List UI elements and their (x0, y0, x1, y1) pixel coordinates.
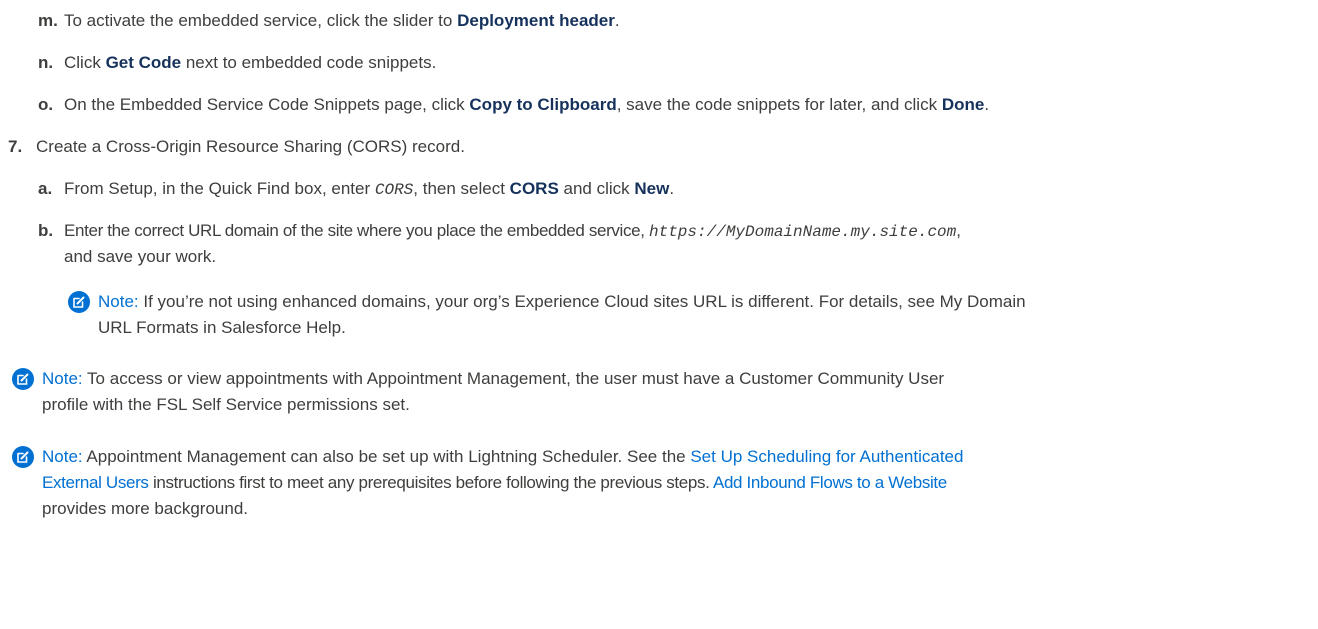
text: and click (558, 179, 635, 198)
text: Click (64, 53, 106, 72)
note-title: Note: (42, 447, 83, 466)
step-label: b. (38, 221, 54, 240)
note-text-line2: profile with the FSL Self Service permis… (42, 395, 410, 414)
note-text-line3: provides more background. (42, 499, 249, 518)
step-text-line2: and save your work. (64, 247, 217, 266)
text: , then select (413, 179, 510, 198)
link-external-users[interactable]: External Users (42, 473, 149, 492)
text: On the Embedded Service Code Snippets pa… (64, 95, 470, 114)
step-text: To activate the embedded service, click … (64, 8, 620, 34)
code-term: https://MyDomainName.my.site.com (649, 223, 957, 241)
text: Enter the correct URL domain of the site… (64, 221, 649, 240)
note-text: Note: If you’re not using enhanced domai… (98, 289, 1026, 315)
bold-term: Done (941, 95, 985, 114)
note-edit-icon (12, 368, 34, 390)
text: If you’re not using enhanced domains, yo… (138, 292, 1026, 311)
link-set-up-scheduling[interactable]: Set Up Scheduling for Authenticated (690, 447, 963, 466)
link-add-inbound-flows[interactable]: Add Inbound Flows to a Website (713, 473, 947, 492)
note-text: Note: To access or view appointments wit… (42, 366, 944, 392)
step-text: On the Embedded Service Code Snippets pa… (64, 92, 989, 118)
text: , save the code snippets for later, and … (616, 95, 942, 114)
text: . (984, 95, 990, 114)
step-label: n. (38, 53, 54, 72)
step-text: Create a Cross-Origin Resource Sharing (… (36, 137, 465, 156)
note-title: Note: (42, 369, 83, 388)
text: . (669, 179, 675, 198)
note-text-line2: URL Formats in Salesforce Help. (98, 318, 346, 337)
note-text-line2: External Users instructions first to mee… (42, 470, 947, 496)
note-edit-icon (12, 446, 34, 468)
note-text: Note: Appointment Management can also be… (42, 444, 963, 470)
step-label: a. (38, 179, 53, 198)
step-text: From Setup, in the Quick Find box, enter… (64, 176, 674, 203)
note-title: Note: (98, 292, 139, 311)
bold-term: Deployment header (457, 11, 615, 30)
step-label: 7. (8, 137, 23, 156)
text: . (614, 11, 620, 30)
text: From Setup, in the Quick Find box, enter (64, 179, 375, 198)
bold-term: Get Code (105, 53, 182, 72)
text: , (956, 221, 961, 240)
text: instructions first to meet any prerequis… (148, 473, 713, 492)
bold-term: CORS (509, 179, 559, 198)
note-edit-icon (68, 291, 90, 313)
text: To access or view appointments with Appo… (82, 369, 945, 388)
step-text: Enter the correct URL domain of the site… (64, 218, 961, 245)
step-text: Click Get Code next to embedded code sni… (64, 50, 436, 76)
text: next to embedded code snippets. (181, 53, 437, 72)
text: To activate the embedded service, click … (64, 11, 458, 30)
step-label: m. (38, 11, 58, 30)
bold-term: Copy to Clipboard (469, 95, 617, 114)
bold-term: New (634, 179, 670, 198)
step-label: o. (38, 95, 54, 114)
text: Appointment Management can also be set u… (82, 447, 691, 466)
code-term: CORS (374, 181, 414, 199)
